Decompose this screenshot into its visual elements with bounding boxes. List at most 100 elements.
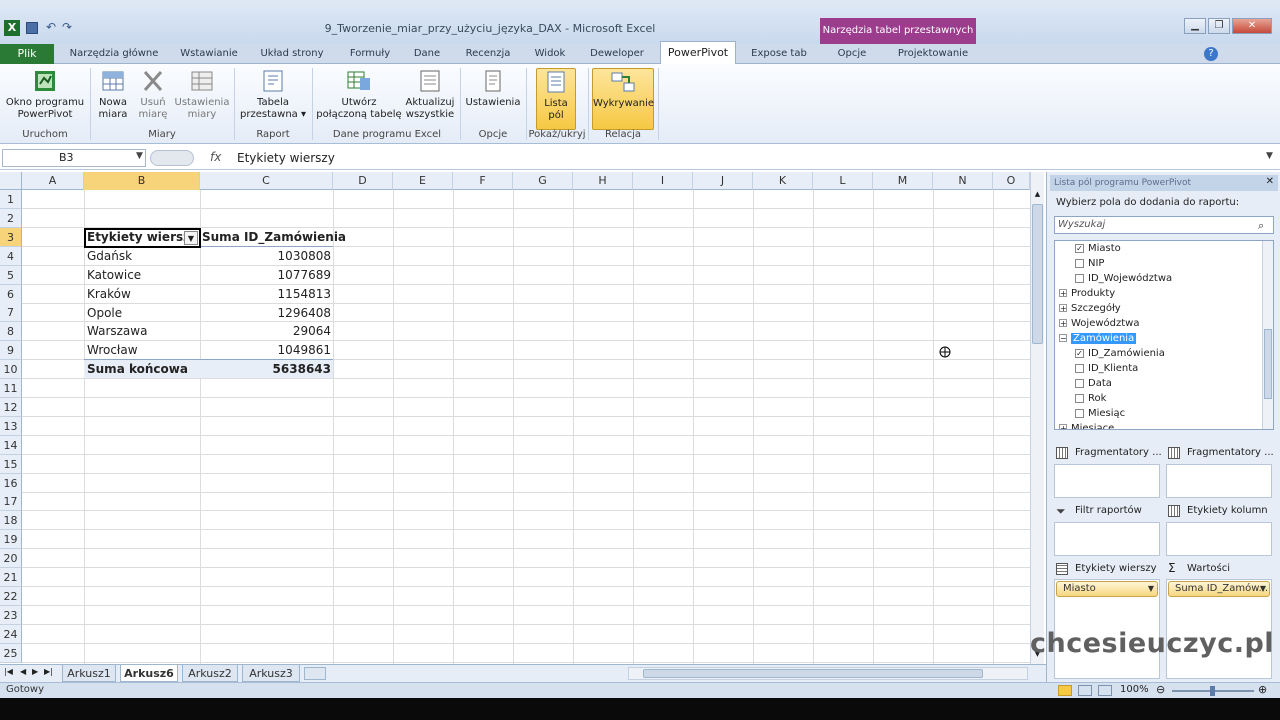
sheet-nav-prev-icon[interactable]: ◀ xyxy=(20,667,26,676)
row-header[interactable]: 12 xyxy=(0,398,22,417)
field-tree-scroll-thumb[interactable] xyxy=(1264,329,1272,399)
fx-icon[interactable]: fx xyxy=(210,150,221,164)
field-item[interactable]: ✓ Miasto xyxy=(1075,241,1121,256)
expand-icon[interactable]: + xyxy=(1059,424,1067,429)
column-header-g[interactable]: G xyxy=(513,172,573,190)
row-header[interactable]: 3 xyxy=(0,228,22,247)
formula-content[interactable]: Etykiety wierszy xyxy=(237,151,335,165)
row-header[interactable]: 7 xyxy=(0,303,22,322)
powerpivot-window-button[interactable]: Okno programu PowerPivot xyxy=(2,68,88,126)
row-header[interactable]: 20 xyxy=(0,549,22,568)
row-header[interactable]: 14 xyxy=(0,436,22,455)
redo-icon[interactable]: ↷ xyxy=(62,20,72,34)
delete-measure-button[interactable]: Usuń miarę xyxy=(134,68,172,126)
new-measure-button[interactable]: Nowa miara xyxy=(94,68,132,126)
detection-button[interactable]: Wykrywanie xyxy=(592,68,654,130)
column-header-b[interactable]: B xyxy=(84,172,200,190)
field-search-input[interactable]: Wyszukaj xyxy=(1054,216,1274,234)
scroll-thumb[interactable] xyxy=(1032,204,1043,344)
row-header[interactable]: 4 xyxy=(0,247,22,266)
sheet-tab[interactable]: Arkusz3 xyxy=(242,665,300,682)
minimize-button[interactable]: ▁ xyxy=(1184,18,1206,34)
field-list-close-icon[interactable]: ✕ xyxy=(1266,176,1274,187)
expand-icon[interactable]: + xyxy=(1059,304,1067,313)
field-item[interactable]: ID_Klienta xyxy=(1075,361,1138,376)
name-box[interactable]: B3 xyxy=(2,149,146,167)
row-header[interactable]: 19 xyxy=(0,530,22,549)
tab-expose[interactable]: Expose tab xyxy=(744,44,814,64)
expand-icon[interactable]: + xyxy=(1059,289,1067,298)
pivot-values-header[interactable]: Suma ID_Zamówienia xyxy=(202,228,346,247)
column-header-o[interactable]: O xyxy=(993,172,1030,190)
checkbox-icon[interactable] xyxy=(1075,378,1084,388)
table-item[interactable]: + Miesiące xyxy=(1059,421,1114,429)
normal-view-icon[interactable] xyxy=(1058,685,1072,696)
pivot-row-label[interactable]: Kraków xyxy=(87,285,131,304)
pill-dropdown-icon[interactable]: ▼ xyxy=(1260,582,1266,596)
pivot-row-value[interactable]: 1030808 xyxy=(202,247,331,266)
horizontal-scrollbar[interactable] xyxy=(628,667,1028,680)
formula-bar-expand-icon[interactable]: ▼ xyxy=(1266,151,1273,161)
column-header-e[interactable]: E xyxy=(393,172,453,190)
row-header[interactable]: 16 xyxy=(0,474,22,493)
checkbox-icon[interactable] xyxy=(1075,363,1084,373)
checkbox-icon[interactable] xyxy=(1075,258,1084,268)
tab-home[interactable]: Narzędzia główne xyxy=(62,44,166,64)
create-linked-table-button[interactable]: Utwórz połączoną tabelę xyxy=(316,68,402,126)
row-header[interactable]: 2 xyxy=(0,209,22,228)
tab-developer[interactable]: Deweloper xyxy=(582,44,652,64)
expand-icon[interactable]: + xyxy=(1059,319,1067,328)
search-icon[interactable]: ⌕ xyxy=(1258,219,1264,233)
table-item[interactable]: + Szczegóły xyxy=(1059,301,1121,316)
undo-icon[interactable]: ↶ xyxy=(46,20,56,34)
tab-design[interactable]: Projektowanie xyxy=(888,44,978,64)
pivot-table-button[interactable]: Tabela przestawna ▾ xyxy=(238,68,308,126)
sheet-tab-active[interactable]: Arkusz6 xyxy=(120,665,178,682)
maximize-button[interactable]: ❐ xyxy=(1208,18,1230,34)
pivot-row-label[interactable]: Opole xyxy=(87,304,122,323)
row-header[interactable]: 24 xyxy=(0,625,22,644)
measure-settings-button[interactable]: Ustawienia miary xyxy=(174,68,230,126)
select-all-corner[interactable] xyxy=(0,172,22,190)
update-all-button[interactable]: Aktualizuj wszystkie xyxy=(402,68,458,126)
checked-checkbox-icon[interactable]: ✓ xyxy=(1075,243,1084,253)
tab-insert[interactable]: Wstawianie xyxy=(172,44,246,64)
field-item[interactable]: NIP xyxy=(1075,256,1104,271)
row-header[interactable]: 13 xyxy=(0,417,22,436)
pill-dropdown-icon[interactable]: ▼ xyxy=(1148,582,1154,596)
page-break-view-icon[interactable] xyxy=(1098,685,1112,696)
report-filter-zone[interactable] xyxy=(1054,522,1160,556)
zoom-level[interactable]: 100% xyxy=(1120,684,1149,695)
row-header[interactable]: 17 xyxy=(0,492,22,511)
field-item[interactable]: ✓ ID_Zamówienia xyxy=(1075,346,1165,361)
value-field-pill[interactable]: Suma ID_Zamów... ▼ xyxy=(1168,581,1270,597)
help-icon[interactable]: ? xyxy=(1204,47,1218,61)
pivot-row-value[interactable]: 29064 xyxy=(202,322,331,341)
insert-sheet-icon[interactable] xyxy=(304,667,326,680)
column-header-n[interactable]: N xyxy=(933,172,993,190)
tab-formulas[interactable]: Formuły xyxy=(340,44,400,64)
table-item[interactable]: + Produkty xyxy=(1059,286,1115,301)
checkbox-icon[interactable] xyxy=(1075,393,1084,403)
row-header[interactable]: 23 xyxy=(0,606,22,625)
pivot-row-label[interactable]: Wrocław xyxy=(87,341,138,360)
pivot-row-labels-header[interactable]: Etykiety wierszy xyxy=(87,228,198,247)
pivot-total-label[interactable]: Suma końcowa xyxy=(87,360,188,379)
tab-file[interactable]: Plik xyxy=(0,44,54,64)
column-header-c[interactable]: C xyxy=(200,172,333,190)
save-icon[interactable] xyxy=(26,22,38,34)
pivot-row-label[interactable]: Katowice xyxy=(87,266,141,285)
tab-data[interactable]: Dane xyxy=(404,44,450,64)
field-tree-scrollbar[interactable] xyxy=(1262,241,1273,429)
column-header-a[interactable]: A xyxy=(22,172,84,190)
sheet-nav-first-icon[interactable]: |◀ xyxy=(4,667,13,676)
row-header[interactable]: 5 xyxy=(0,266,22,285)
row-header[interactable]: 15 xyxy=(0,455,22,474)
row-header[interactable]: 9 xyxy=(0,341,22,360)
field-list-button[interactable]: Lista pól xyxy=(536,68,576,130)
column-header-i[interactable]: I xyxy=(633,172,693,190)
row-header[interactable]: 22 xyxy=(0,587,22,606)
settings-button[interactable]: Ustawienia xyxy=(464,68,522,126)
tab-view[interactable]: Widok xyxy=(524,44,576,64)
row-header[interactable]: 10 xyxy=(0,360,22,379)
